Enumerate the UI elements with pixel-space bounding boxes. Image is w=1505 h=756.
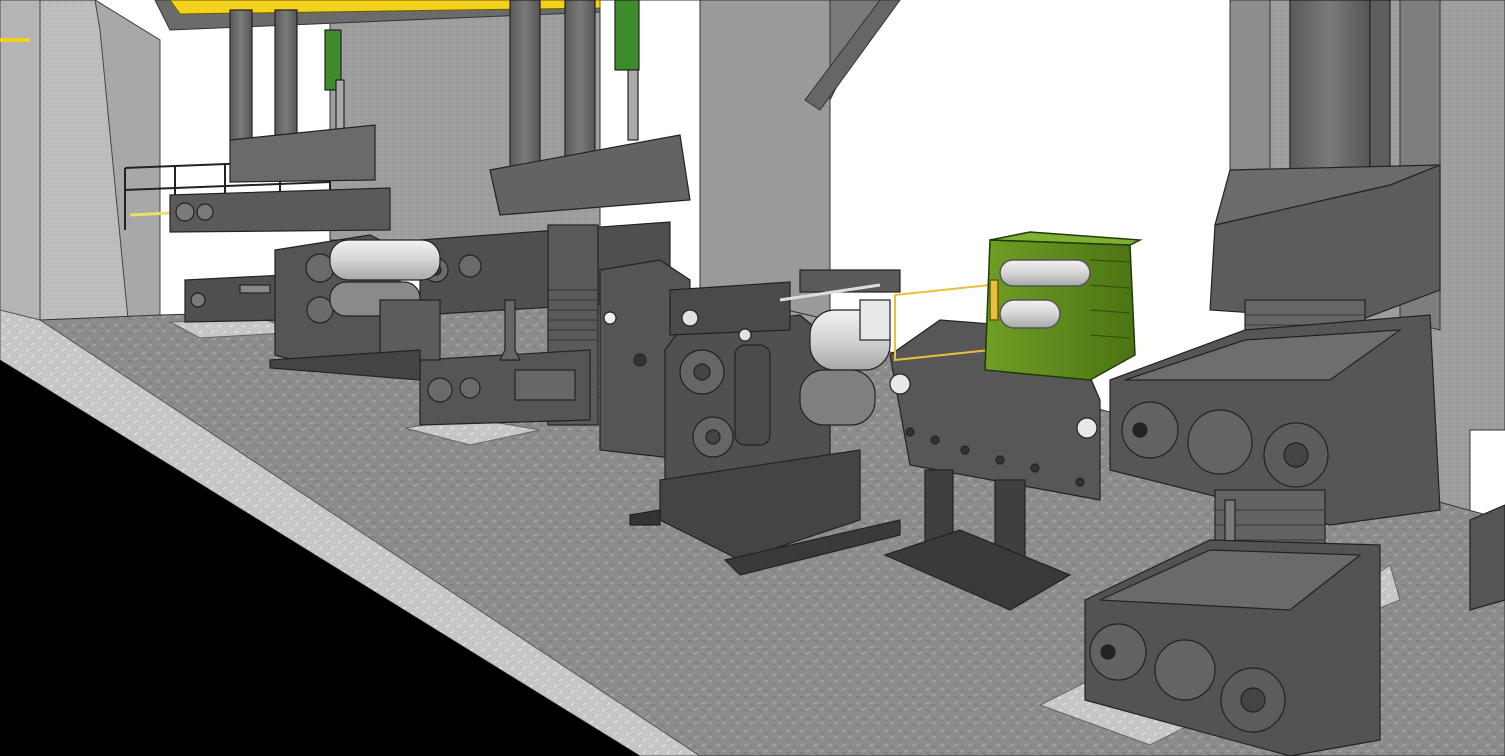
roll-stand-left — [269, 234, 441, 381]
3d-model-viewport — [0, 0, 1505, 756]
mill-scene-svg — [0, 0, 1505, 756]
gearbox — [984, 231, 1143, 381]
